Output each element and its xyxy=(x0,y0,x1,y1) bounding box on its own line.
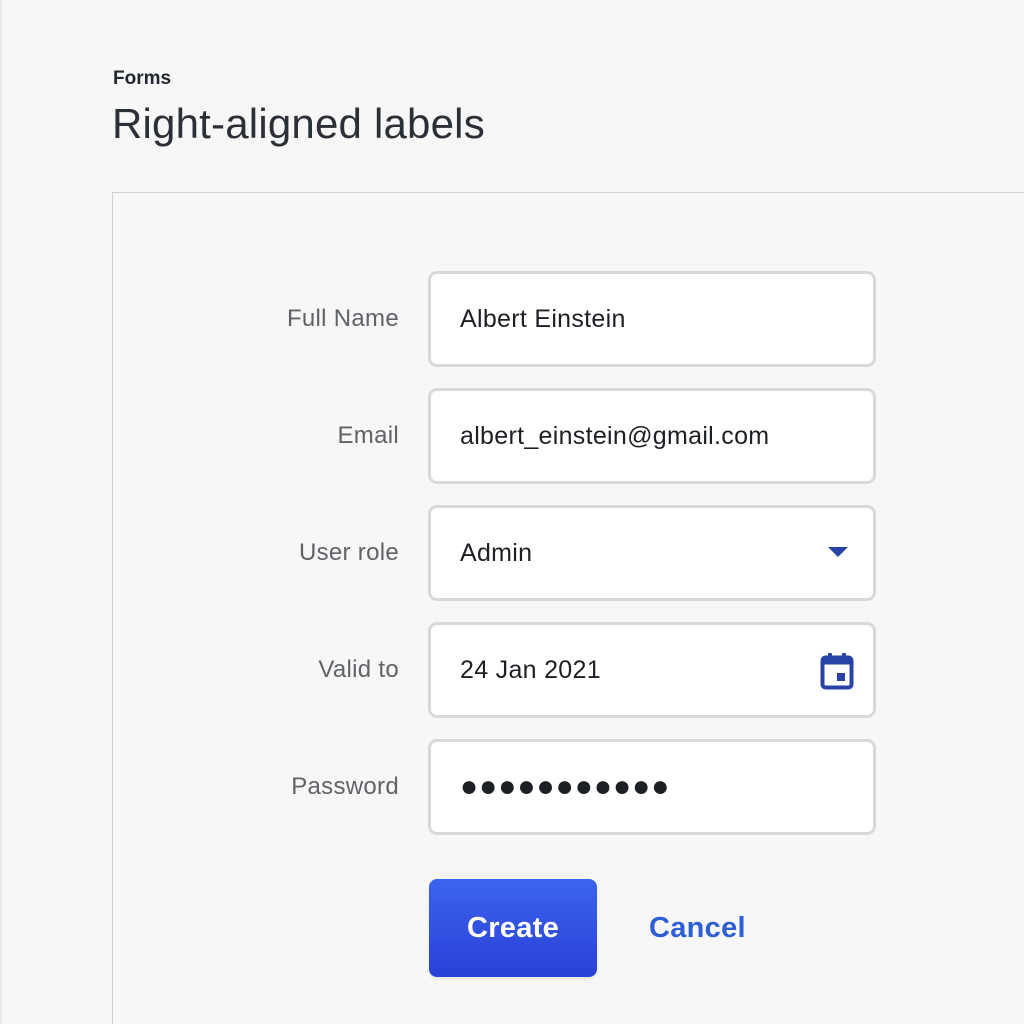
window-edge xyxy=(0,0,2,1024)
full-name-row: Full Name Albert Einstein xyxy=(113,271,1024,367)
calendar-icon[interactable] xyxy=(820,652,854,690)
email-row: Email albert_einstein@gmail.com xyxy=(113,388,1024,484)
password-value: ●●●●●●●●●●● xyxy=(460,770,671,803)
password-row: Password ●●●●●●●●●●● xyxy=(113,739,1024,835)
full-name-value: Albert Einstein xyxy=(460,305,626,333)
user-role-select[interactable]: Admin xyxy=(428,505,876,601)
page: Forms Right-aligned labels Full Name Alb… xyxy=(0,0,1024,1024)
full-name-input[interactable]: Albert Einstein xyxy=(428,271,876,367)
password-label: Password xyxy=(291,773,399,800)
email-label: Email xyxy=(337,422,399,449)
create-button[interactable]: Create xyxy=(429,879,597,977)
section-eyebrow: Forms xyxy=(113,68,172,89)
user-role-row: User role Admin xyxy=(113,505,1024,601)
form-panel: Full Name Albert Einstein Email albert_e… xyxy=(112,192,1024,1024)
full-name-label: Full Name xyxy=(286,305,399,332)
valid-to-date-input[interactable]: 24 Jan 2021 xyxy=(428,622,876,718)
valid-to-value: 24 Jan 2021 xyxy=(460,656,601,684)
valid-to-row: Valid to 24 Jan 2021 xyxy=(113,622,1024,718)
valid-to-label: Valid to xyxy=(318,656,399,683)
user-role-label: User role xyxy=(298,539,399,566)
dropdown-caret-icon[interactable] xyxy=(828,547,848,557)
email-value: albert_einstein@gmail.com xyxy=(460,422,770,450)
password-input[interactable]: ●●●●●●●●●●● xyxy=(428,739,876,835)
user-role-value: Admin xyxy=(460,539,533,567)
cancel-link[interactable]: Cancel xyxy=(649,879,746,977)
email-input[interactable]: albert_einstein@gmail.com xyxy=(428,388,876,484)
page-title: Right-aligned labels xyxy=(112,100,485,147)
